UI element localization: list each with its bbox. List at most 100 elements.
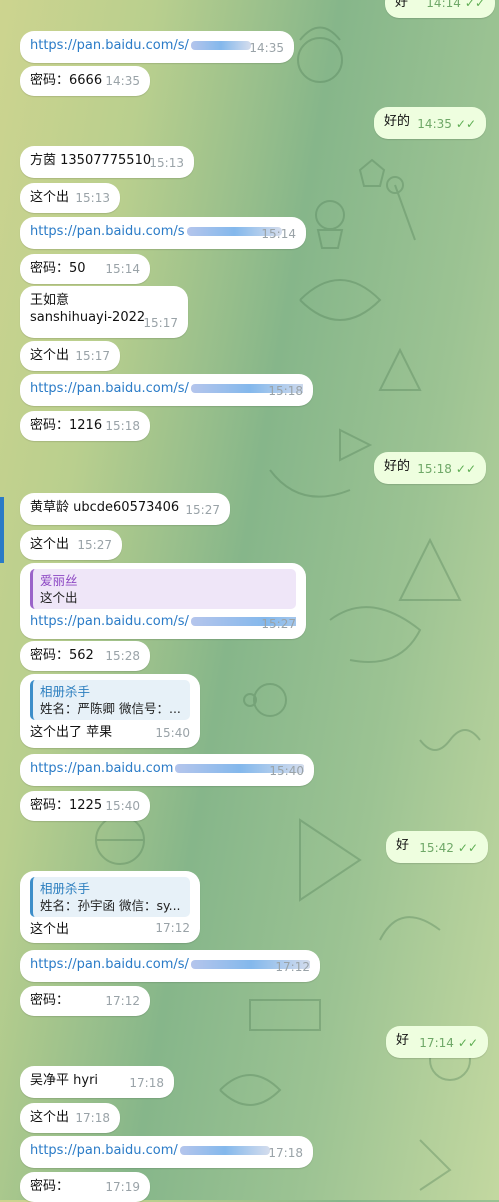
message-text: 方茵 13507775510 — [30, 153, 152, 168]
incoming-message-bubble[interactable]: 这个出 15:27 — [20, 530, 122, 560]
outgoing-message-bubble[interactable]: 好的 15:18 ✓✓ — [374, 452, 486, 484]
quote-text: 姓名：严陈卿 微信号：... — [40, 701, 181, 716]
quote-author: 相册杀手 — [40, 881, 91, 896]
incoming-message-bubble[interactable]: 相册杀手姓名：孙宇函 微信：sy... 这个出 17:12 — [20, 871, 200, 943]
time-text: 17:12 — [155, 921, 190, 935]
incoming-message-bubble[interactable]: 黄草龄 ubcde60573406 15:27 — [20, 493, 230, 525]
incoming-message-bubble[interactable]: 爱丽丝 这个出 https://pan.baidu.com/s/15:27 — [20, 563, 306, 639]
message-text: 密码：1225 — [30, 798, 103, 813]
incoming-message-bubble[interactable]: 密码：1216 15:18 — [20, 411, 150, 441]
message-time: 14:35 — [249, 40, 284, 57]
message-time: 15:18 — [105, 418, 140, 435]
time-text: 17:19 — [105, 1180, 140, 1194]
incoming-message-bubble[interactable]: 相册杀手 姓名：严陈卿 微信号：... 这个出了 苹果 15:40 — [20, 674, 200, 748]
incoming-message-bubble[interactable]: 王如意 sanshihuayi-2022 15:17 — [20, 286, 188, 338]
share-link[interactable]: https://pan.baidu.com/s — [30, 224, 185, 239]
time-text: 15:17 — [143, 316, 178, 330]
outgoing-message-bubble[interactable]: 好 17:14 ✓✓ — [386, 1026, 488, 1058]
incoming-message-bubble[interactable]: https://pan.baidu.com/s/15:18 — [20, 374, 313, 406]
incoming-message-bubble[interactable]: 密码：1225 15:40 — [20, 791, 150, 821]
time-text: 15:14 — [105, 262, 140, 276]
time-text: 15:18 — [105, 419, 140, 433]
quote-author: 相册杀手 — [40, 684, 91, 699]
time-text: 14:35 — [249, 41, 284, 55]
share-link[interactable]: https://pan.baidu.com/s/ — [30, 614, 189, 629]
message-text: 好 — [396, 838, 410, 853]
time-text: 17:14 — [419, 1036, 454, 1050]
incoming-message-bubble[interactable]: 这个出 15:13 — [20, 183, 120, 213]
time-text: 14:35 — [417, 117, 452, 131]
message-text: 王如意 — [30, 293, 70, 308]
time-text: 17:18 — [268, 1146, 303, 1160]
time-text: 15:28 — [105, 649, 140, 663]
time-text: 15:40 — [155, 726, 190, 740]
read-check-icon: ✓✓ — [464, 0, 485, 10]
message-time: 17:12 — [155, 920, 190, 937]
message-text: 好的 — [384, 114, 411, 129]
message-time: 17:19 — [105, 1179, 140, 1196]
incoming-message-bubble[interactable]: 密码： 17:19 — [20, 1172, 150, 1202]
share-link[interactable]: https://pan.baidu.com/s/ — [30, 38, 189, 53]
reply-quote[interactable]: 爱丽丝 这个出 — [30, 569, 296, 609]
message-text: 密码：50 — [30, 261, 86, 276]
reply-quote[interactable]: 相册杀手姓名：严陈卿 微信号：... — [30, 680, 190, 720]
incoming-message-bubble[interactable]: 密码：6666 14:35 — [20, 66, 150, 96]
incoming-message-bubble[interactable]: 密码：562 15:28 — [20, 641, 150, 671]
share-link[interactable]: https://pan.baidu.com — [30, 761, 173, 776]
share-link[interactable]: https://pan.baidu.com/s/ — [30, 957, 189, 972]
message-text: 这个出 — [30, 537, 70, 552]
message-time: 15:14 — [261, 226, 296, 243]
message-text: 这个出 — [30, 922, 70, 937]
time-text: 17:12 — [105, 994, 140, 1008]
outgoing-message-bubble[interactable]: 好 15:42 ✓✓ — [386, 831, 488, 863]
incoming-message-bubble[interactable]: 密码：50 15:14 — [20, 254, 150, 284]
incoming-message-bubble[interactable]: https://pan.baidu.com/s 15:14 — [20, 217, 306, 249]
time-text: 15:42 — [419, 841, 454, 855]
message-text: 密码：1216 — [30, 418, 103, 433]
message-text: 好的 — [384, 459, 411, 474]
outgoing-message-bubble[interactable]: 好的 14:35 ✓✓ — [374, 107, 486, 139]
outgoing-message-bubble[interactable]: 好 14:14 ✓✓ — [385, 0, 495, 18]
message-text: 好 — [396, 1033, 410, 1048]
incoming-message-bubble[interactable]: 吴净平 hyri 17:18 — [20, 1066, 174, 1098]
message-text: 好 — [395, 0, 409, 10]
time-text: 15:27 — [77, 538, 112, 552]
read-check-icon: ✓✓ — [455, 117, 476, 131]
reply-quote[interactable]: 相册杀手姓名：孙宇函 微信：sy... — [30, 877, 190, 917]
time-text: 15:18 — [268, 384, 303, 398]
message-time: 17:18 — [268, 1145, 303, 1162]
time-text: 15:27 — [261, 617, 296, 631]
incoming-message-bubble[interactable]: https://pan.baidu.com/s/14:35 — [20, 31, 294, 63]
incoming-message-bubble[interactable]: https://pan.baidu.com/s/17:12 — [20, 950, 320, 982]
message-time: 15:42 ✓✓ — [419, 840, 478, 857]
read-check-icon: ✓✓ — [457, 1036, 478, 1050]
time-text: 14:35 — [105, 74, 140, 88]
message-text: 这个出 — [30, 190, 70, 205]
share-link[interactable]: https://pan.baidu.com/s/ — [30, 381, 189, 396]
quote-text: 姓名：孙宇函 微信：sy... — [40, 898, 181, 913]
incoming-message-bubble[interactable]: https://pan.baidu.com 15:40 — [20, 754, 314, 786]
incoming-message-bubble[interactable]: 这个出 17:18 — [20, 1103, 120, 1133]
incoming-message-bubble[interactable]: 这个出 15:17 — [20, 341, 120, 371]
incoming-message-bubble[interactable]: https://pan.baidu.com/17:18 — [20, 1136, 313, 1168]
message-time: 17:18 — [129, 1075, 164, 1092]
message-time: 17:14 ✓✓ — [419, 1035, 478, 1052]
message-time: 17:12 — [275, 959, 310, 976]
time-text: 15:13 — [75, 191, 110, 205]
message-text: 密码： — [30, 993, 70, 1008]
time-text: 15:13 — [149, 156, 184, 170]
selection-indicator — [0, 497, 4, 563]
message-time: 15:40 — [105, 798, 140, 815]
message-time: 15:28 — [105, 648, 140, 665]
message-time: 17:12 — [105, 993, 140, 1010]
share-link[interactable]: https://pan.baidu.com/ — [30, 1143, 178, 1158]
incoming-message-bubble[interactable]: 密码： 17:12 — [20, 986, 150, 1016]
message-time: 14:35 — [105, 73, 140, 90]
message-time: 15:14 — [105, 261, 140, 278]
read-check-icon: ✓✓ — [455, 462, 476, 476]
message-time: 14:35 ✓✓ — [417, 116, 476, 133]
message-time: 15:17 — [75, 348, 110, 365]
time-text: 17:12 — [275, 960, 310, 974]
time-text: 15:27 — [185, 503, 220, 517]
incoming-message-bubble[interactable]: 方茵 13507775510 15:13 — [20, 146, 194, 178]
